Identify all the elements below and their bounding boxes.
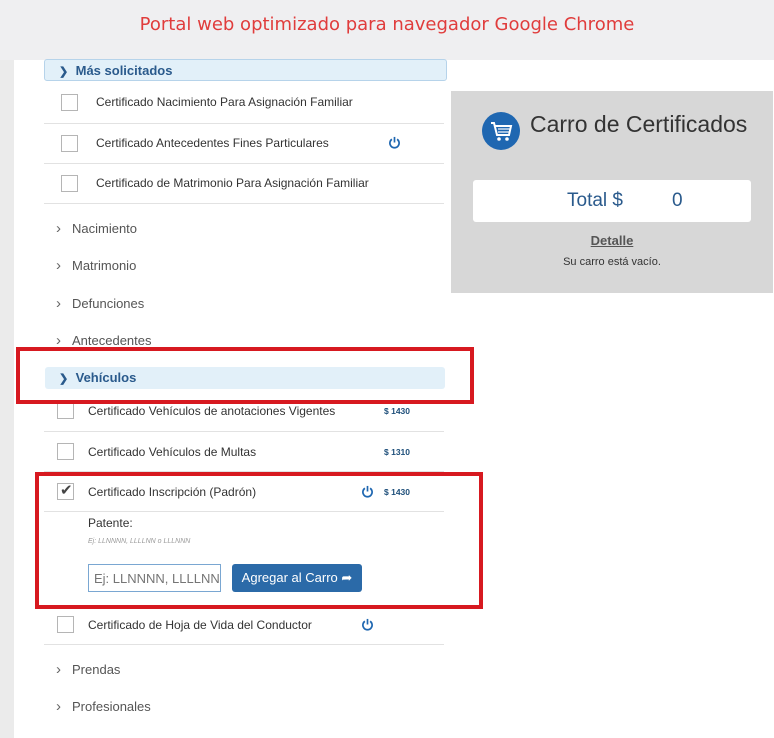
cert-row-matrimonio-asignacion: Certificado de Matrimonio Para Asignació… xyxy=(44,164,444,204)
category-label: Prendas xyxy=(72,662,121,677)
cert-price: $ 1430 xyxy=(384,406,410,416)
checkbox[interactable] xyxy=(57,443,74,460)
chevron-right-icon: › xyxy=(56,220,61,237)
cert-label: Certificado Antecedentes Fines Particula… xyxy=(96,136,329,150)
cert-price: $ 1310 xyxy=(384,447,410,457)
category-prendas[interactable]: › Prendas xyxy=(56,661,120,678)
cert-label: Certificado Vehículos de Multas xyxy=(88,445,257,459)
cart-panel: Carro de Certificados Total $ 0 Detalle … xyxy=(451,91,773,293)
category-label: Más solicitados xyxy=(75,63,173,78)
cart-icon xyxy=(482,112,520,150)
cert-label: Certificado Nacimiento Para Asignación F… xyxy=(96,95,353,109)
chevron-down-icon: ❯ xyxy=(59,66,69,78)
browser-notice-text: Portal web optimizado para navegador Goo… xyxy=(139,14,635,35)
cart-empty-message: Su carro está vacío. xyxy=(563,256,661,268)
cert-label: Certificado de Hoja de Vida del Conducto… xyxy=(88,618,312,632)
cert-row-vehiculos-multas: Certificado Vehículos de Multas $ 1310 xyxy=(44,432,444,472)
category-label: Antecedentes xyxy=(72,333,152,348)
checkbox[interactable] xyxy=(61,135,78,152)
browser-notice-banner: Portal web optimizado para navegador Goo… xyxy=(0,0,774,60)
checkbox[interactable] xyxy=(57,616,74,633)
cart-detail-link[interactable]: Detalle xyxy=(451,233,773,248)
cert-label: Certificado de Matrimonio Para Asignació… xyxy=(96,176,369,190)
chevron-right-icon: › xyxy=(56,295,61,312)
checkbox[interactable] xyxy=(61,175,78,192)
category-defunciones[interactable]: › Defunciones xyxy=(56,295,144,312)
checkbox[interactable] xyxy=(57,402,74,419)
chevron-right-icon: › xyxy=(56,661,61,678)
cert-row-hoja-vida-conductor: Certificado de Hoja de Vida del Conducto… xyxy=(44,605,444,645)
category-label: Defunciones xyxy=(72,296,145,311)
category-mas-solicitados[interactable]: ❯ Más solicitados xyxy=(44,59,447,81)
category-label: Matrimonio xyxy=(72,258,137,273)
category-nacimiento[interactable]: › Nacimiento xyxy=(56,220,137,237)
checkbox[interactable] xyxy=(61,94,78,111)
highlight-box-vehiculos xyxy=(16,347,474,404)
cart-total-label: Total $ xyxy=(567,190,623,211)
category-label: Profesionales xyxy=(72,699,151,714)
cert-row-antecedentes-particulares: Certificado Antecedentes Fines Particula… xyxy=(44,124,444,164)
category-matrimonio[interactable]: › Matrimonio xyxy=(56,257,136,274)
power-icon xyxy=(389,136,400,149)
highlight-box-inscripcion xyxy=(35,472,483,609)
cart-title: Carro de Certificados xyxy=(530,111,748,137)
cart-total-box: Total $ 0 xyxy=(473,180,751,222)
cart-total-value: 0 xyxy=(672,190,683,211)
cert-row-nacimiento-asignacion: Certificado Nacimiento Para Asignación F… xyxy=(44,83,444,124)
power-icon xyxy=(362,618,373,631)
chevron-right-icon: › xyxy=(56,698,61,715)
category-label: Nacimiento xyxy=(72,221,138,236)
cert-label: Certificado Vehículos de anotaciones Vig… xyxy=(88,404,336,418)
category-profesionales[interactable]: › Profesionales xyxy=(56,698,151,715)
chevron-right-icon: › xyxy=(56,257,61,274)
